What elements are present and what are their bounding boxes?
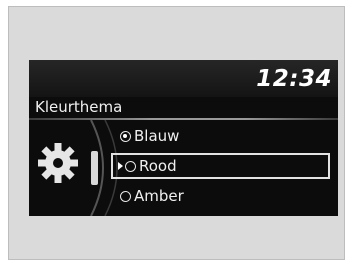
clock: 12:34 bbox=[256, 66, 332, 92]
option-blauw[interactable]: Blauw bbox=[120, 123, 179, 149]
radio-icon bbox=[125, 160, 136, 172]
option-rood[interactable]: Rood bbox=[111, 153, 330, 179]
theme-options-list: Blauw Rood Amber bbox=[29, 120, 338, 216]
pointer-icon bbox=[118, 162, 123, 170]
radio-selected-icon bbox=[120, 130, 131, 142]
display-frame: 12:34 Kleurthema Blauw Rood Amber bbox=[8, 6, 345, 260]
radio-icon bbox=[120, 190, 131, 202]
option-label: Blauw bbox=[134, 127, 180, 145]
status-bar: 12:34 bbox=[29, 60, 338, 97]
option-label: Rood bbox=[139, 157, 177, 175]
option-amber[interactable]: Amber bbox=[120, 183, 184, 209]
menu-title: Kleurthema bbox=[35, 98, 123, 116]
infotainment-screen: 12:34 Kleurthema Blauw Rood Amber bbox=[29, 60, 338, 216]
option-label: Amber bbox=[134, 187, 184, 205]
